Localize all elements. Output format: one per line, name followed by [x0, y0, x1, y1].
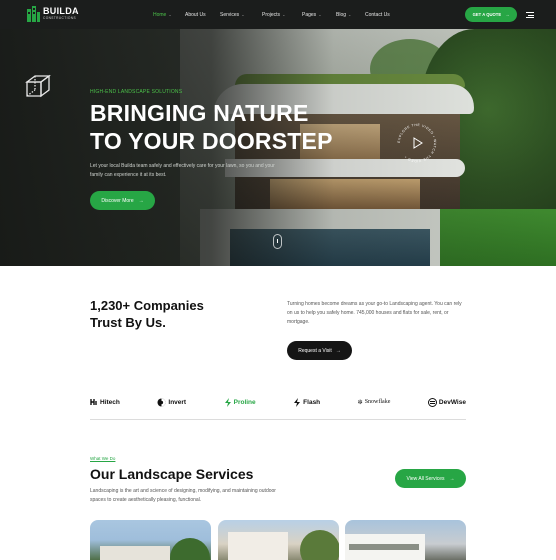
proline-icon — [224, 397, 231, 407]
brand-hitech: Hitech — [90, 398, 120, 406]
nav-item-services[interactable]: Services ⌄ — [220, 12, 262, 18]
view-all-services-label: View All Services — [406, 475, 445, 482]
nav-item-label: About Us — [185, 11, 206, 18]
play-icon — [413, 137, 423, 149]
nav-item-label: Projects — [262, 11, 281, 18]
logo-building-icon — [26, 6, 40, 22]
chevron-down-icon: ⌄ — [168, 12, 172, 17]
mouse-scroll-icon — [273, 234, 282, 249]
brand-label: DevWise — [438, 398, 466, 406]
view-all-services-button[interactable]: View All Services → — [395, 469, 466, 488]
discover-more-button[interactable]: Discover More → — [90, 191, 155, 210]
discover-more-label: Discover More — [101, 197, 134, 204]
brand-label: Proline — [233, 398, 256, 406]
brand-flash: Flash — [293, 397, 321, 407]
service-card-image[interactable] — [218, 520, 339, 560]
services-kicker: What We Do — [90, 456, 116, 461]
brand-devwise: DevWise — [427, 397, 466, 407]
brand-snowflake: ✼ Snowflake — [358, 399, 391, 406]
nav-item-blog[interactable]: Blog ⌄ — [336, 12, 365, 18]
get-a-quote-button[interactable]: GET A QUOTE → — [465, 7, 517, 22]
hero-kicker: HIGH-END LANDSCAPE SOLUTIONS — [90, 89, 183, 95]
arrow-right-icon: → — [505, 12, 510, 17]
nav-item-pages[interactable]: Pages ⌄ — [302, 12, 336, 18]
flash-icon — [294, 397, 301, 407]
nav-item-label: Blog — [336, 11, 347, 18]
trust-title-line: Trust By Us. — [90, 315, 166, 330]
chevron-down-icon: ⌄ — [318, 12, 322, 17]
hero-description: Let your local Builda team safely and ef… — [90, 163, 275, 178]
services-description: Landscaping is the art and science of de… — [90, 488, 276, 503]
hitech-icon — [90, 399, 97, 405]
chevron-down-icon: ⌄ — [282, 12, 286, 17]
arrow-right-icon: → — [449, 475, 455, 482]
arrow-right-icon: → — [335, 347, 341, 354]
hero-title-line: TO YOUR DOORSTEP — [90, 128, 333, 154]
cube-icon — [25, 74, 53, 102]
snowflake-icon: ✼ — [357, 399, 363, 406]
top-navbar: BUILDA CONSTRUCTIONS Home ⌄ About Us Serv… — [0, 0, 556, 29]
get-a-quote-label: GET A QUOTE — [472, 12, 502, 17]
chevron-down-icon: ⌄ — [241, 12, 245, 17]
trust-title-line: 1,230+ Companies — [90, 298, 204, 313]
video-circle-text: EXPLORE THE VIDEO • WATCH THE VIDEO • — [397, 123, 437, 163]
brand-label: Snowflake — [364, 399, 391, 405]
svg-text:EXPLORE THE VIDEO • WATCH THE: EXPLORE THE VIDEO • WATCH THE VIDEO • — [397, 123, 437, 163]
nav-item-projects[interactable]: Projects ⌄ — [262, 12, 302, 18]
nav-item-about[interactable]: About Us — [185, 12, 220, 18]
request-a-visit-label: Request a Visit — [298, 347, 332, 354]
nav-item-label: Services — [220, 11, 240, 18]
nav-item-label: Pages — [302, 11, 317, 18]
brand-label: Flash — [303, 398, 321, 406]
main-menu: Home ⌄ About Us Services ⌄ Projects ⌄ Pages… — [153, 0, 405, 29]
page: BUILDA CONSTRUCTIONS Home ⌄ About Us Serv… — [0, 0, 556, 560]
trust-description: Turning homes become dreams as your go-t… — [287, 301, 462, 325]
chevron-down-icon: ⌄ — [348, 12, 352, 17]
devwise-icon — [427, 397, 437, 407]
brand-invert: Invert — [157, 398, 186, 407]
service-card-image[interactable] — [90, 520, 211, 560]
service-card-image[interactable] — [345, 520, 466, 560]
brand-label: Hitech — [100, 398, 120, 406]
brand-proline: Proline — [224, 397, 256, 407]
hero-section: HIGH-END LANDSCAPE SOLUTIONS BRINGING NA… — [0, 29, 556, 266]
logo[interactable]: BUILDA CONSTRUCTIONS — [26, 6, 79, 22]
arrow-right-icon: → — [138, 197, 144, 204]
nav-item-label: Contact Us — [365, 11, 390, 18]
hero-title: BRINGING NATURE TO YOUR DOORSTEP — [90, 99, 360, 155]
hamburger-menu-icon[interactable] — [526, 12, 534, 20]
brand-label: Invert — [168, 398, 187, 406]
invert-icon — [157, 398, 166, 406]
logo-subtitle: CONSTRUCTIONS — [43, 16, 77, 21]
trust-title: 1,230+ Companies Trust By Us. — [90, 297, 240, 331]
brand-logos: Hitech Invert Proline Flash ✼ Snowflake … — [90, 393, 466, 411]
nav-item-contact[interactable]: Contact Us — [365, 12, 405, 18]
services-title: Our Landscape Services — [90, 466, 254, 482]
request-a-visit-button[interactable]: Request a Visit → — [287, 341, 352, 360]
logo-name: BUILDA — [43, 6, 79, 17]
nav-item-label: Home — [153, 11, 167, 18]
hero-title-line: BRINGING NATURE — [90, 100, 309, 126]
section-divider — [90, 419, 466, 420]
nav-item-home[interactable]: Home ⌄ — [153, 12, 185, 18]
play-video-button[interactable]: EXPLORE THE VIDEO • WATCH THE VIDEO • — [394, 120, 440, 166]
